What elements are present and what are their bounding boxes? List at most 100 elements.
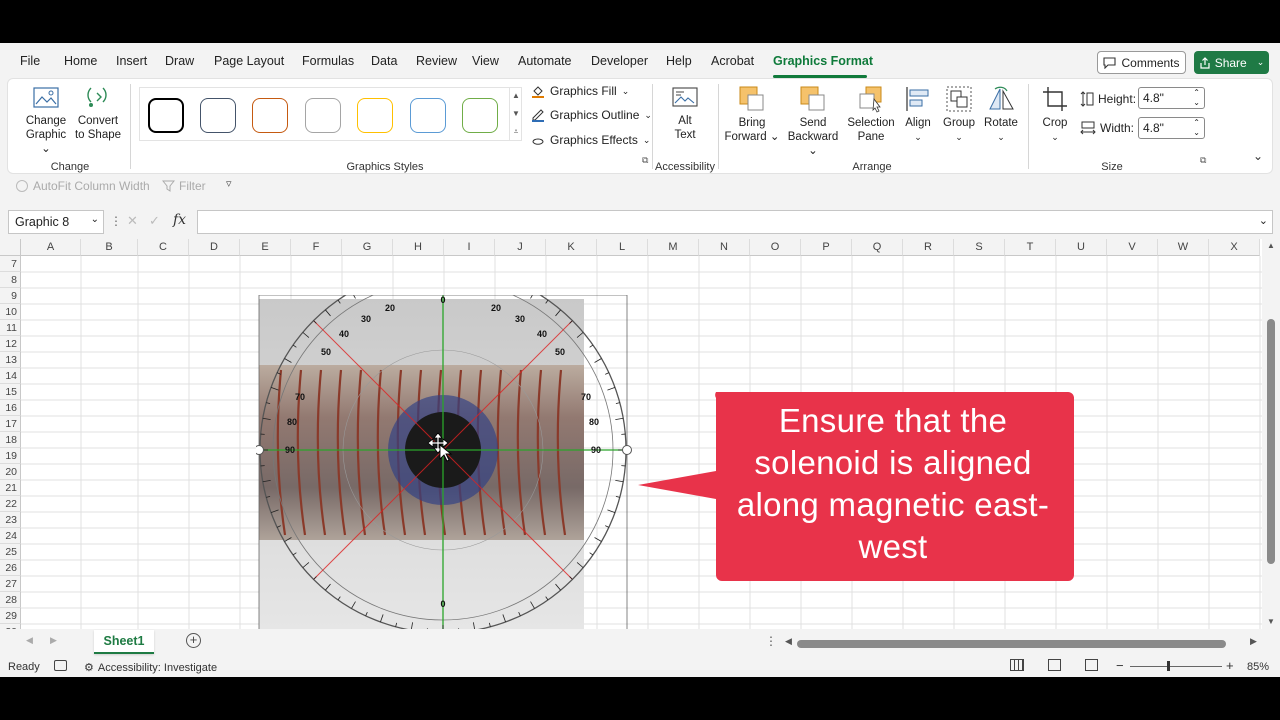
- column-header[interactable]: S: [954, 239, 1005, 256]
- name-box[interactable]: Graphic 8 ⌄: [8, 210, 104, 234]
- column-header[interactable]: P: [801, 239, 852, 256]
- graphics-fill-button[interactable]: Graphics Fill ⌄: [531, 84, 629, 98]
- cancel-formula-icon[interactable]: ✕: [127, 213, 138, 229]
- zoom-slider[interactable]: [1130, 666, 1222, 667]
- rotate-button[interactable]: Rotate ⌄: [981, 85, 1021, 144]
- row-header[interactable]: 30: [0, 624, 21, 629]
- styles-more-icon[interactable]: ⩡: [510, 123, 522, 141]
- row-header[interactable]: 20: [0, 464, 21, 480]
- graphics-outline-button[interactable]: Graphics Outline ⌄: [531, 108, 652, 122]
- tab-developer[interactable]: Developer: [591, 54, 648, 68]
- tab-split-handle-icon[interactable]: ⋮: [765, 634, 777, 648]
- tab-insert[interactable]: Insert: [116, 54, 147, 68]
- styles-scroll-up-icon[interactable]: ▲: [510, 87, 522, 105]
- column-header[interactable]: H: [393, 239, 444, 256]
- scroll-up-icon[interactable]: ▲: [1267, 241, 1275, 250]
- row-header[interactable]: 10: [0, 304, 21, 320]
- column-header[interactable]: N: [699, 239, 750, 256]
- row-header[interactable]: 15: [0, 384, 21, 400]
- column-header[interactable]: F: [291, 239, 342, 256]
- column-header[interactable]: A: [21, 239, 81, 256]
- styles-scroll-buttons[interactable]: ▲ ▼ ⩡: [509, 87, 522, 141]
- add-sheet-icon[interactable]: +: [186, 633, 201, 648]
- row-header[interactable]: 16: [0, 400, 21, 416]
- selection-pane-button[interactable]: Selection Pane: [845, 85, 897, 144]
- row-header[interactable]: 25: [0, 544, 21, 560]
- collapse-ribbon-icon[interactable]: ⌄: [1253, 149, 1263, 163]
- row-header[interactable]: 13: [0, 352, 21, 368]
- column-header[interactable]: Q: [852, 239, 903, 256]
- column-header[interactable]: U: [1056, 239, 1107, 256]
- sheet-prev-icon[interactable]: ◀: [26, 635, 33, 646]
- send-backward-button[interactable]: Send Backward ⌄: [782, 85, 844, 158]
- column-header[interactable]: O: [750, 239, 801, 256]
- row-header[interactable]: 22: [0, 496, 21, 512]
- tab-automate[interactable]: Automate: [518, 54, 572, 68]
- height-field[interactable]: 4.8" ⌃ ⌄: [1138, 87, 1205, 109]
- tab-file[interactable]: File: [20, 54, 40, 68]
- graphics-styles-launcher-icon[interactable]: ⧉: [642, 155, 648, 166]
- row-header[interactable]: 26: [0, 560, 21, 576]
- scroll-down-icon[interactable]: ▼: [1267, 617, 1275, 626]
- horizontal-scroll-thumb[interactable]: [797, 640, 1226, 648]
- column-header[interactable]: K: [546, 239, 597, 256]
- enter-formula-icon[interactable]: ✓: [149, 213, 160, 229]
- tab-graphics-format[interactable]: Graphics Format: [773, 54, 873, 68]
- row-header[interactable]: 11: [0, 320, 21, 336]
- expand-formula-icon[interactable]: ⌄: [1259, 214, 1268, 227]
- vertical-scrollbar[interactable]: ▲ ▼: [1264, 239, 1278, 629]
- sheet-tab-sheet1[interactable]: Sheet1: [94, 630, 154, 654]
- style-swatch-6[interactable]: [410, 98, 446, 133]
- column-header[interactable]: R: [903, 239, 954, 256]
- sheet-next-icon[interactable]: ▶: [50, 635, 57, 646]
- formula-input[interactable]: ⌄: [197, 210, 1273, 234]
- share-button[interactable]: Share ⌄: [1194, 51, 1269, 74]
- zoom-in-icon[interactable]: +: [1226, 658, 1234, 673]
- bring-forward-button[interactable]: Bring Forward ⌄: [724, 85, 780, 144]
- width-spinner-icon[interactable]: ⌃ ⌄: [1193, 118, 1200, 138]
- column-header[interactable]: W: [1158, 239, 1209, 256]
- row-header[interactable]: 27: [0, 576, 21, 592]
- zoom-level[interactable]: 85%: [1247, 661, 1269, 673]
- column-header[interactable]: C: [138, 239, 189, 256]
- row-header[interactable]: 21: [0, 480, 21, 496]
- page-break-view-icon[interactable]: [1085, 659, 1098, 671]
- width-field[interactable]: 4.8" ⌃ ⌄: [1138, 117, 1205, 139]
- worksheet-grid[interactable]: ABCDEFGHIJKLMNOPQRSTUVWX 7 8 9 10 11 12 13 14 15…: [0, 239, 1262, 629]
- style-swatch-2[interactable]: [200, 98, 236, 133]
- insert-function-icon[interactable]: fx: [173, 212, 186, 228]
- row-header[interactable]: 18: [0, 432, 21, 448]
- context-more-icon[interactable]: ▿: [226, 177, 232, 190]
- group-button[interactable]: Group ⌄: [940, 85, 978, 144]
- column-header[interactable]: M: [648, 239, 699, 256]
- column-header[interactable]: I: [444, 239, 495, 256]
- column-header[interactable]: X: [1209, 239, 1260, 256]
- convert-to-shape-button[interactable]: Convert to Shape: [72, 85, 124, 142]
- zoom-slider-thumb[interactable]: [1167, 661, 1170, 671]
- column-header[interactable]: J: [495, 239, 546, 256]
- graphics-effects-button[interactable]: Graphics Effects ⌄: [531, 133, 650, 147]
- callout-text[interactable]: Ensure that the solenoid is aligned alon…: [714, 389, 1072, 579]
- row-header[interactable]: 29: [0, 608, 21, 624]
- hscroll-right-icon[interactable]: ▶: [1250, 636, 1257, 647]
- style-swatch-3[interactable]: [252, 98, 288, 133]
- style-swatch-1[interactable]: [148, 98, 184, 133]
- tab-review[interactable]: Review: [416, 54, 457, 68]
- styles-scroll-down-icon[interactable]: ▼: [510, 105, 522, 123]
- autofit-column-width-button[interactable]: AutoFit Column Width: [16, 179, 150, 193]
- column-header[interactable]: D: [189, 239, 240, 256]
- column-header[interactable]: B: [81, 239, 138, 256]
- tab-page-layout[interactable]: Page Layout: [214, 54, 284, 68]
- row-header[interactable]: 8: [0, 272, 21, 288]
- formula-options-icon[interactable]: ⋮: [110, 214, 122, 228]
- align-button[interactable]: Align ⌄: [900, 85, 936, 144]
- tab-acrobat[interactable]: Acrobat: [711, 54, 754, 68]
- tab-home[interactable]: Home: [64, 54, 97, 68]
- name-box-dropdown-icon[interactable]: ⌄: [91, 214, 99, 225]
- solenoid-compass-graphic[interactable]: 0 0 20 20 30 30 40 40 50 50 70 70 80 80 …: [256, 295, 636, 629]
- tab-draw[interactable]: Draw: [165, 54, 194, 68]
- style-swatch-4[interactable]: [305, 98, 341, 133]
- row-header[interactable]: 23: [0, 512, 21, 528]
- column-header[interactable]: E: [240, 239, 291, 256]
- crop-button[interactable]: Crop ⌄: [1038, 85, 1072, 144]
